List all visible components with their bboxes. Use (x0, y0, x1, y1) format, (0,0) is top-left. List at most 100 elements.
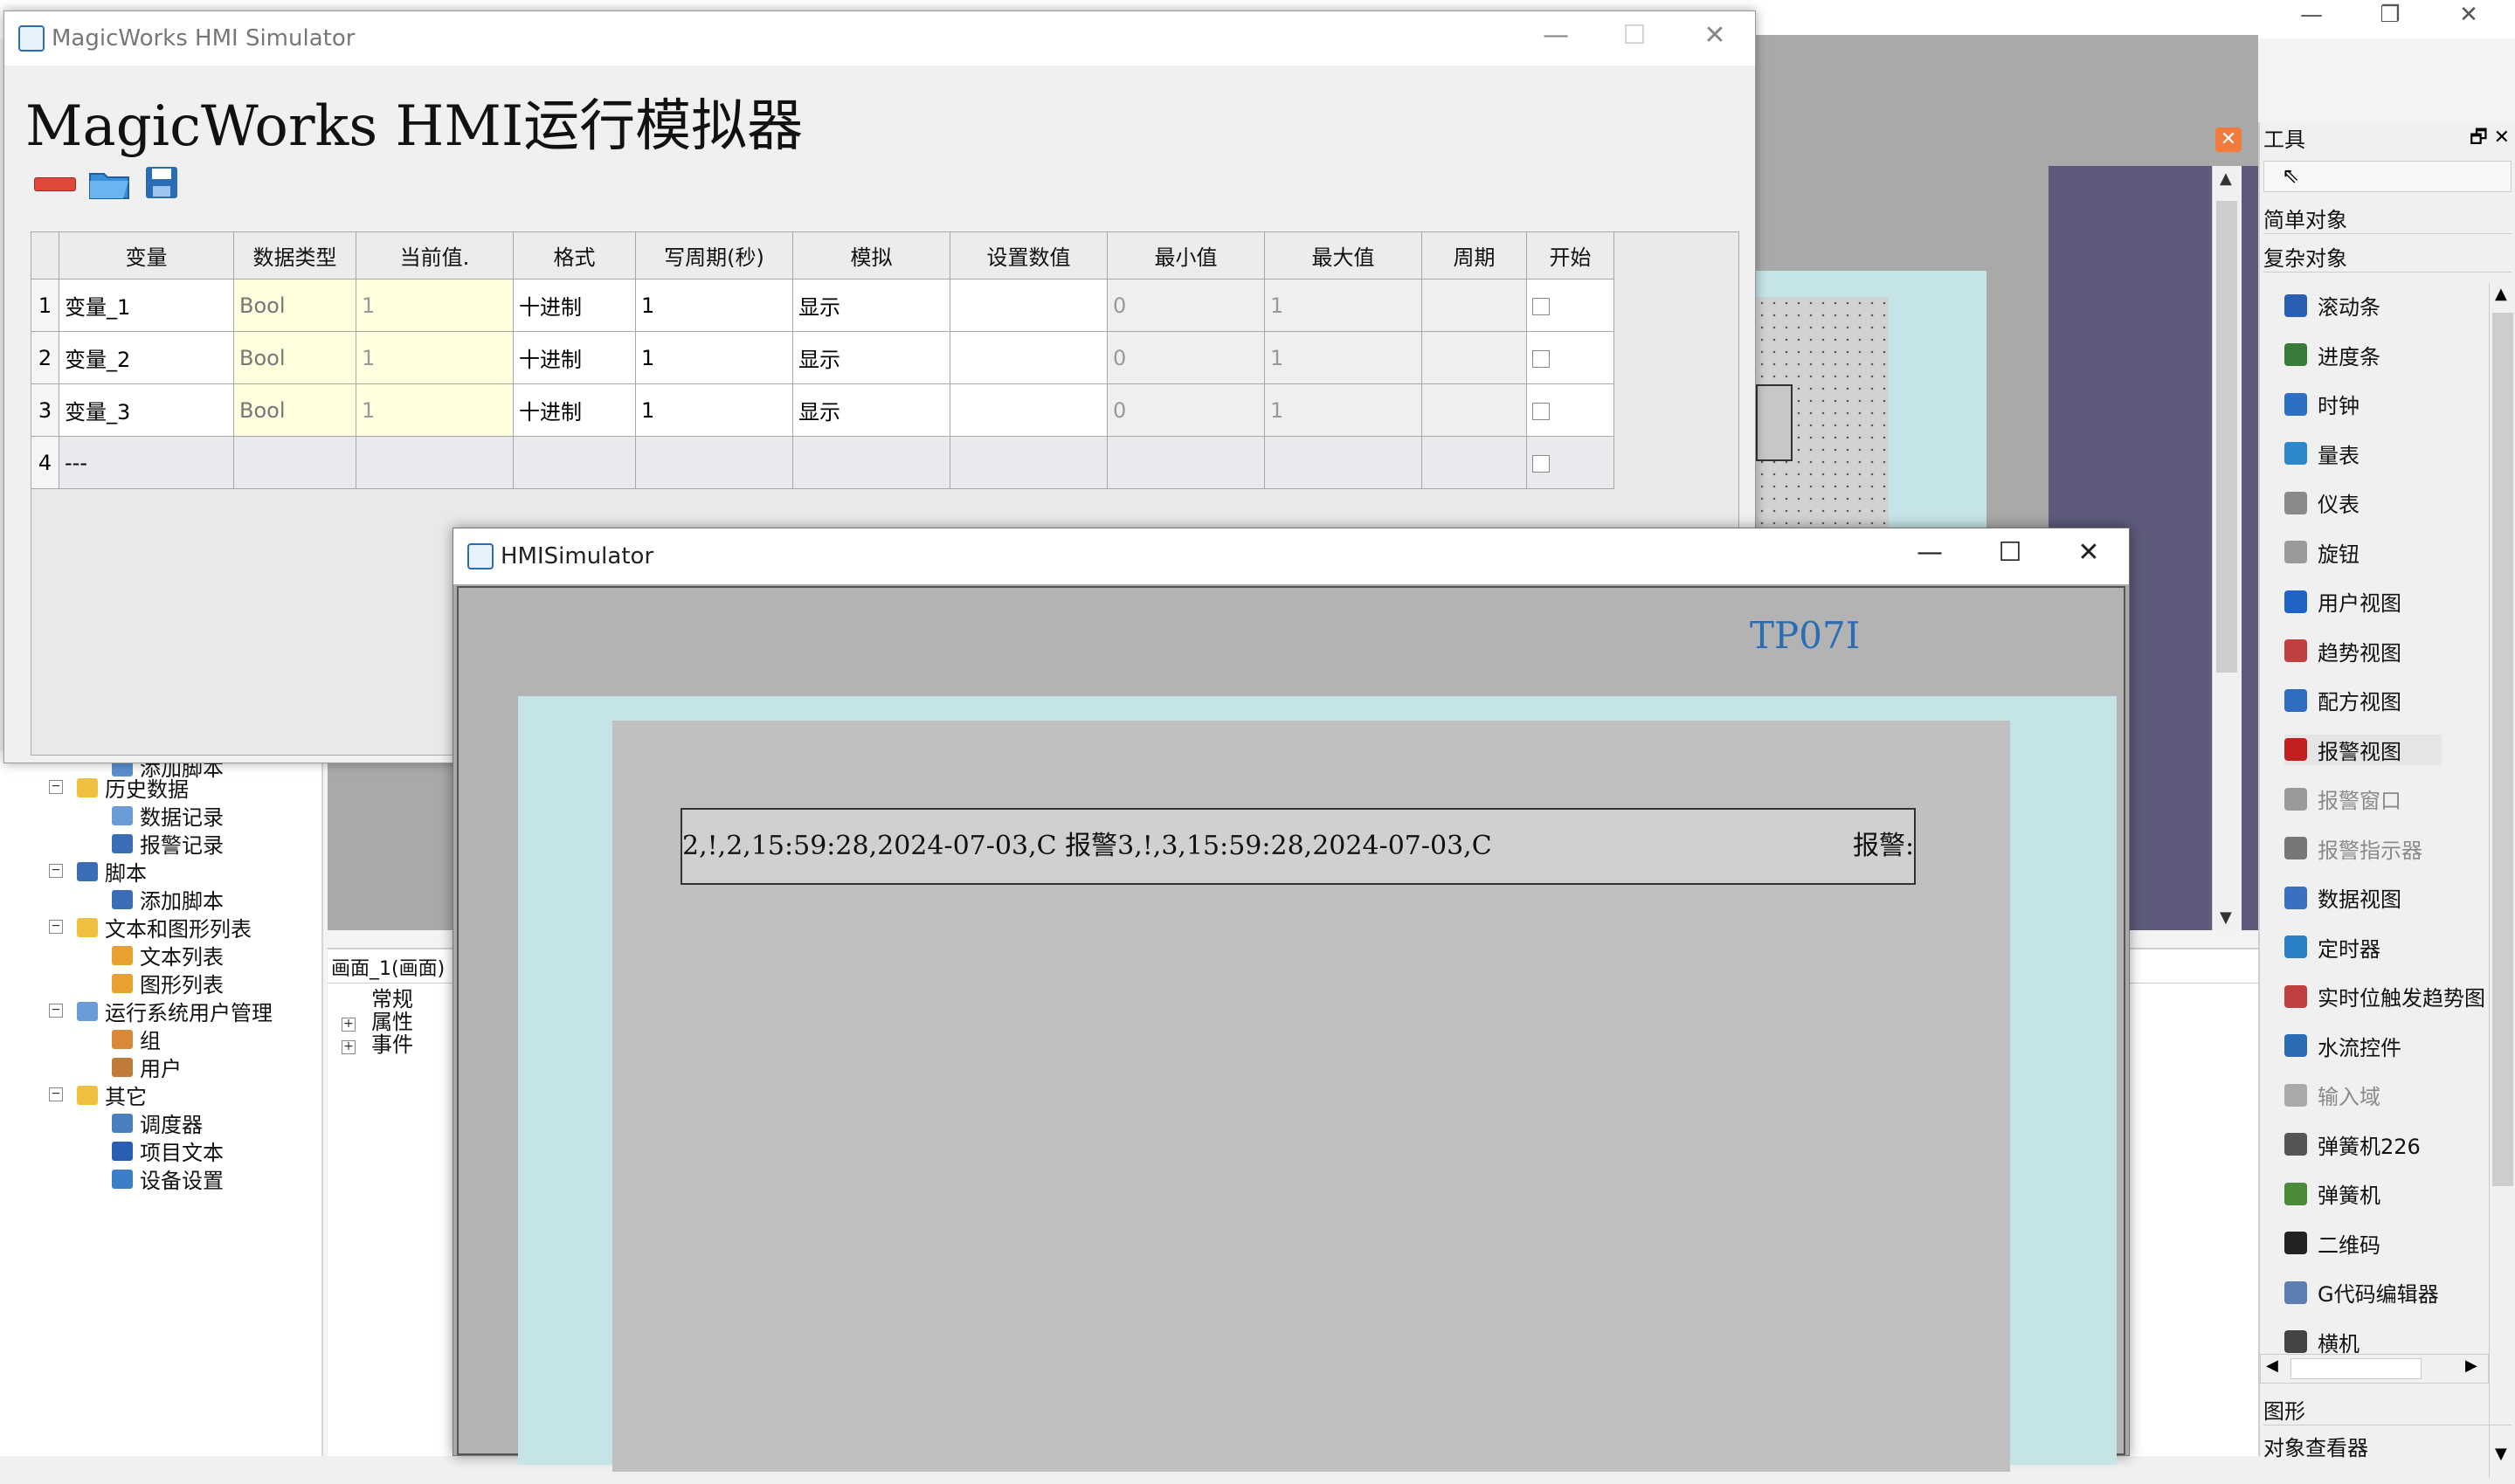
toolbox-vscrollbar[interactable]: ▲ ▼ (2489, 283, 2515, 1478)
cell-per[interactable] (1421, 279, 1527, 332)
window-titlebar[interactable]: MagicWorks HMI Simulator (4, 11, 1755, 66)
column-header[interactable]: 模拟 (792, 231, 950, 280)
minimize-icon[interactable]: — (1530, 20, 1582, 51)
cell-cur[interactable]: 1 (356, 383, 514, 437)
tree-item[interactable]: 添加脚本 (112, 884, 224, 915)
simple-objects-header[interactable]: 简单对象 (2263, 203, 2512, 234)
toolbox-item[interactable]: 仪表 (2284, 487, 2360, 518)
cell-cur[interactable]: 1 (356, 279, 514, 332)
cell-fmt[interactable]: 十进制 (513, 331, 636, 384)
table-row[interactable]: 3 变量_3 Bool 1 十进制 1 显示 0 1 (31, 383, 1614, 437)
cell-min[interactable]: 0 (1107, 383, 1265, 437)
close-icon[interactable]: ✕ (2442, 2, 2495, 28)
save-icon[interactable] (144, 165, 179, 200)
collapse-icon[interactable]: − (49, 780, 63, 794)
tree-item[interactable]: 调度器 (112, 1108, 203, 1138)
cell-set[interactable] (950, 383, 1108, 437)
toolbox-item[interactable]: 横机 (2284, 1327, 2360, 1357)
scroll-thumb[interactable] (2492, 313, 2513, 1186)
cell-wp[interactable]: 1 (635, 331, 793, 384)
cell-fmt[interactable]: 十进制 (513, 383, 636, 437)
cell-set[interactable] (950, 436, 1108, 489)
column-header[interactable]: 开始 (1526, 231, 1614, 280)
cell-var[interactable]: 变量_1 (59, 279, 234, 332)
cell-sim[interactable]: 显示 (792, 279, 950, 332)
cell-wp[interactable]: 1 (635, 383, 793, 437)
cell-max[interactable] (1264, 436, 1422, 489)
cell-var[interactable]: 变量_2 (59, 331, 234, 384)
alarm-ticker[interactable]: 2,!,2,15:59:28,2024-07-03,C 报警3,!,3,15:5… (681, 808, 1916, 885)
table-row[interactable]: 1 变量_1 Bool 1 十进制 1 显示 0 1 (31, 279, 1614, 332)
props-item[interactable]: 常规 (371, 988, 413, 1011)
cell-dtype[interactable] (233, 436, 356, 489)
cell-max[interactable]: 1 (1264, 331, 1422, 384)
cell-var[interactable]: --- (59, 436, 234, 489)
remove-icon[interactable] (34, 177, 76, 191)
cell-dtype[interactable]: Bool (233, 331, 356, 384)
cell-sim[interactable]: 显示 (792, 331, 950, 384)
toolbox-item[interactable]: 配方视图 (2284, 685, 2401, 715)
toolbox-hscrollbar[interactable]: ◀ ▶ (2260, 1354, 2489, 1384)
pointer-tool[interactable]: ⇖ (2263, 161, 2512, 192)
complex-objects-header[interactable]: 复杂对象 (2263, 241, 2512, 273)
scroll-down-icon[interactable]: ▼ (2220, 908, 2232, 927)
scroll-right-icon[interactable]: ▶ (2465, 1356, 2477, 1375)
props-item[interactable]: 事件 (371, 1033, 413, 1056)
toolbox-item[interactable]: 时钟 (2284, 389, 2360, 419)
scroll-up-icon[interactable]: ▲ (2220, 169, 2232, 188)
close-icon[interactable]: ✕ (1689, 20, 1741, 51)
cell-dtype[interactable]: Bool (233, 279, 356, 332)
maximize-icon[interactable]: ☐ (1984, 537, 2036, 568)
column-header[interactable]: 周期 (1421, 231, 1527, 280)
scroll-up-icon[interactable]: ▲ (2495, 285, 2507, 303)
column-header[interactable]: 当前值. (356, 231, 514, 280)
minimize-icon[interactable]: — (1904, 537, 1956, 568)
expand-icon[interactable]: + (342, 1018, 356, 1032)
toolbox-item[interactable]: 进度条 (2284, 340, 2380, 370)
column-header[interactable]: 变量 (59, 231, 234, 280)
cell-cur[interactable] (356, 436, 514, 489)
toolbox-item[interactable]: 弹簧机 (2284, 1178, 2380, 1209)
cell-per[interactable] (1421, 383, 1527, 437)
cell-min[interactable]: 0 (1107, 279, 1265, 332)
canvas-vscrollbar[interactable]: ▲ ▼ (2212, 166, 2242, 930)
graphics-header[interactable]: 图形 (2263, 1394, 2512, 1425)
tree-item[interactable]: 组 (112, 1024, 161, 1054)
toolbox-item[interactable]: G代码编辑器 (2284, 1277, 2439, 1308)
cell-fmt[interactable] (513, 436, 636, 489)
tree-item[interactable]: 文本列表 (112, 940, 224, 970)
tree-item[interactable]: 文本和图形列表 (77, 912, 252, 942)
toolbox-item[interactable]: 报警指示器 (2284, 833, 2422, 864)
props-item[interactable]: 属性 (371, 1011, 413, 1033)
cell-sim[interactable] (792, 436, 950, 489)
toolbox-item[interactable]: 量表 (2284, 438, 2360, 469)
canvas-element[interactable] (1756, 384, 1793, 461)
start-checkbox[interactable] (1532, 349, 1550, 368)
scroll-thumb[interactable] (2290, 1358, 2422, 1379)
open-folder-icon[interactable] (88, 167, 130, 200)
properties-tab[interactable]: 画面_1(画面) (331, 953, 445, 981)
toolbox-item[interactable]: 实时位触发趋势图 (2284, 981, 2485, 1011)
column-header[interactable]: 最大值 (1264, 231, 1422, 280)
start-checkbox[interactable] (1532, 297, 1550, 315)
window-titlebar[interactable]: HMISimulator (453, 528, 2129, 584)
toolbox-item[interactable]: 定时器 (2284, 932, 2380, 963)
toolbox-item[interactable]: 二维码 (2284, 1228, 2380, 1259)
cell-var[interactable]: 变量_3 (59, 383, 234, 437)
object-viewer-header[interactable]: 对象查看器 (2263, 1431, 2512, 1461)
tree-item[interactable]: 数据记录 (112, 800, 224, 831)
toolbox-item[interactable]: 趋势视图 (2284, 636, 2401, 666)
toolbox-item[interactable]: 数据视图 (2284, 882, 2401, 913)
cell-dtype[interactable]: Bool (233, 383, 356, 437)
close-tab-icon[interactable]: ✕ (2215, 128, 2242, 152)
column-header[interactable]: 格式 (513, 231, 636, 280)
cell-per[interactable] (1421, 331, 1527, 384)
cell-per[interactable] (1421, 436, 1527, 489)
toolbox-item[interactable]: 输入域 (2284, 1080, 2380, 1110)
toolbox-item[interactable]: 旋钮 (2284, 537, 2360, 568)
collapse-icon[interactable]: − (49, 1004, 63, 1018)
cell-sim[interactable]: 显示 (792, 383, 950, 437)
pin-close-icons[interactable]: 🗗 ✕ (2470, 122, 2510, 155)
toolbox-item[interactable]: 弹簧机226 (2284, 1129, 2421, 1160)
cell-set[interactable] (950, 279, 1108, 332)
